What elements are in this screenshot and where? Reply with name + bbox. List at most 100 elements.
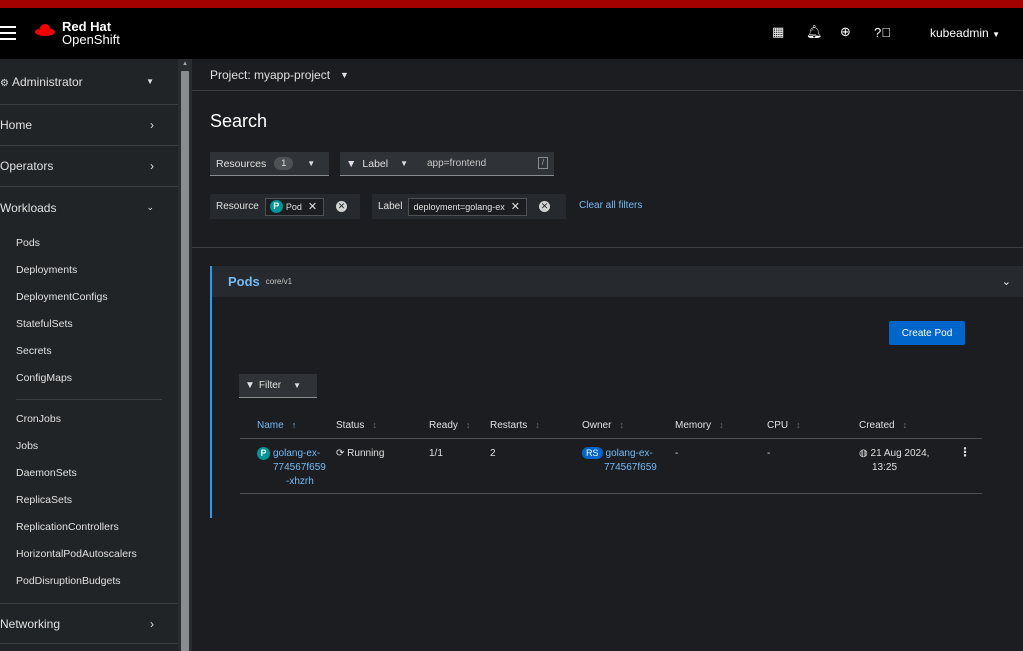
sidebar-item-secrets[interactable]: Secrets xyxy=(0,338,178,365)
pod-badge: P xyxy=(269,200,283,213)
scroll-up-arrow-icon[interactable]: ▲ xyxy=(182,61,188,67)
sidebar-item-replicasets[interactable]: ReplicaSets xyxy=(0,487,178,514)
pods-card-header[interactable]: Pods core/v1 ⌄ xyxy=(212,266,1023,297)
close-group-icon[interactable]: ✕ xyxy=(336,201,348,212)
globe-icon: ◍ xyxy=(859,448,868,459)
brand-line2: OpenShift xyxy=(62,32,120,47)
pod-badge: P xyxy=(257,447,270,460)
chevron-right-icon: › xyxy=(150,616,154,631)
sidebar-item-replicationcontrollers[interactable]: ReplicationControllers xyxy=(0,514,178,541)
user-menu[interactable]: kubeadmin ▼ xyxy=(930,26,1000,40)
cog-icon: ⚙ xyxy=(0,77,9,89)
table-header-divider xyxy=(240,438,982,439)
sort-asc-icon: ↑ xyxy=(291,420,297,430)
label-chip-text: deployment=golang-ex xyxy=(413,201,505,212)
created-time: 13:25 xyxy=(872,462,898,473)
pod-memory: - xyxy=(675,448,679,459)
sort-icon: ↕ xyxy=(372,420,377,430)
close-group-icon[interactable]: ✕ xyxy=(539,201,551,212)
sort-icon: ↕ xyxy=(796,420,801,430)
column-header-restarts[interactable]: Restarts ↕ xyxy=(490,420,540,431)
owner-line2: 774567f659 xyxy=(604,462,657,473)
chevron-down-icon[interactable]: ⌄ xyxy=(1002,275,1011,288)
label-dropdown-text: Label xyxy=(362,157,389,170)
sort-icon: ↕ xyxy=(719,420,724,430)
pod-cpu: - xyxy=(767,448,771,459)
table-row: Pgolang-ex- 774567f659 -xhzrh xyxy=(257,447,326,489)
main-content: Project: myapp-project ▼ Search Resource… xyxy=(192,59,1023,651)
section-divider xyxy=(192,247,1023,248)
hamburger-menu-icon[interactable] xyxy=(0,26,16,40)
label-type-dropdown[interactable]: ▼ Label ▼ xyxy=(340,152,420,176)
resource-chip: P Pod ✕ xyxy=(264,197,325,216)
column-memory-text: Memory xyxy=(675,420,712,431)
column-ready-text: Ready xyxy=(429,420,458,431)
pod-created: ◍ 21 Aug 2024, 13:25 xyxy=(859,447,929,475)
sidebar-item-jobs[interactable]: Jobs xyxy=(0,433,178,460)
label-input-value: app=frontend xyxy=(427,158,487,169)
nav-workloads-label: Workloads xyxy=(0,200,57,215)
column-header-owner[interactable]: Owner ↕ xyxy=(582,420,624,431)
nav-networking[interactable]: Networking › xyxy=(0,603,178,644)
sidebar-item-deploymentconfigs[interactable]: DeploymentConfigs xyxy=(0,284,178,311)
pod-name-line3: -xhzrh xyxy=(286,476,314,487)
column-header-created[interactable]: Created ↕ xyxy=(859,420,907,431)
filter-dropdown[interactable]: ▼ Filter ▼ xyxy=(239,374,317,398)
plus-circle-icon[interactable]: ⊕ xyxy=(840,24,874,40)
column-header-status[interactable]: Status ↕ xyxy=(336,420,377,431)
sidebar: ⚙ Administrator ▼ Home › Operators › Work… xyxy=(0,59,178,651)
create-pod-button[interactable]: Create Pod xyxy=(889,321,965,345)
system-banner xyxy=(0,0,1023,8)
help-icon[interactable]: ?⃝ xyxy=(874,25,908,40)
sort-icon: ↕ xyxy=(535,420,540,430)
nav-workloads[interactable]: Workloads ⌄ xyxy=(0,187,178,228)
resource-chip-text: Pod xyxy=(285,201,302,212)
sidebar-item-pdb[interactable]: PodDisruptionBudgets xyxy=(0,568,178,595)
kebab-menu-icon[interactable]: ⋮ xyxy=(959,445,971,459)
owner-line1: golang-ex- xyxy=(605,448,653,459)
remove-chip-icon[interactable]: ✕ xyxy=(511,200,520,213)
caret-down-icon: ▼ xyxy=(307,159,316,168)
label-search-input[interactable]: app=frontend / xyxy=(420,152,554,176)
nav-networking-label: Networking xyxy=(0,616,61,631)
sidebar-scrollbar[interactable]: ▲ xyxy=(178,59,192,651)
sidebar-item-cronjobs[interactable]: CronJobs xyxy=(0,406,178,433)
chevron-down-icon: ⌄ xyxy=(146,202,154,212)
sidebar-item-statefulsets[interactable]: StatefulSets xyxy=(0,311,178,338)
column-header-memory[interactable]: Memory ↕ xyxy=(675,420,724,431)
filter-button-label: Filter xyxy=(258,380,282,391)
chevron-right-icon: › xyxy=(150,118,154,132)
column-header-name[interactable]: Name ↑ xyxy=(257,420,296,431)
table-row-divider xyxy=(240,493,982,494)
caret-down-icon: ▼ xyxy=(400,159,409,168)
sidebar-item-configmaps[interactable]: ConfigMaps xyxy=(0,365,178,392)
sidebar-item-deployments[interactable]: Deployments xyxy=(0,257,178,284)
created-date: 21 Aug 2024, xyxy=(870,448,930,459)
label-filter-group: Label deployment=golang-ex ✕ ✕ xyxy=(372,194,566,219)
remove-chip-icon[interactable]: ✕ xyxy=(308,200,317,213)
nav-home[interactable]: Home › xyxy=(0,105,178,146)
label-chip: deployment=golang-ex ✕ xyxy=(408,197,528,216)
page-title: Search xyxy=(210,111,268,131)
resource-group-label: Resource xyxy=(216,201,259,212)
clear-all-filters-link[interactable]: Clear all filters xyxy=(579,200,642,211)
perspective-switcher[interactable]: ⚙ Administrator ▼ xyxy=(0,59,178,105)
pod-ready: 1/1 xyxy=(429,448,443,459)
bell-icon[interactable]: 🔔︎ xyxy=(806,24,840,40)
replicaset-badge: RS xyxy=(582,447,603,459)
resources-dropdown[interactable]: Resources 1 ▼ xyxy=(210,152,329,176)
sidebar-divider xyxy=(16,399,162,400)
column-header-ready[interactable]: Ready ↕ xyxy=(429,420,470,431)
project-selector[interactable]: Project: myapp-project ▼ xyxy=(192,59,1023,91)
sidebar-item-hpa[interactable]: HorizontalPodAutoscalers xyxy=(0,541,178,568)
scroll-thumb[interactable] xyxy=(181,71,189,651)
pod-owner: RS golang-ex- 774567f659 xyxy=(582,447,657,475)
resource-filter-group: Resource P Pod ✕ ✕ xyxy=(210,194,360,219)
nav-operators[interactable]: Operators › xyxy=(0,146,178,187)
brand-logo[interactable]: Red Hat OpenShift xyxy=(34,20,120,46)
caret-down-icon: ▼ xyxy=(146,77,154,86)
column-header-cpu[interactable]: CPU ↕ xyxy=(767,420,801,431)
sidebar-item-daemonsets[interactable]: DaemonSets xyxy=(0,460,178,487)
sidebar-item-pods[interactable]: Pods xyxy=(0,230,178,257)
grid-icon[interactable]: ▦ xyxy=(772,24,806,40)
